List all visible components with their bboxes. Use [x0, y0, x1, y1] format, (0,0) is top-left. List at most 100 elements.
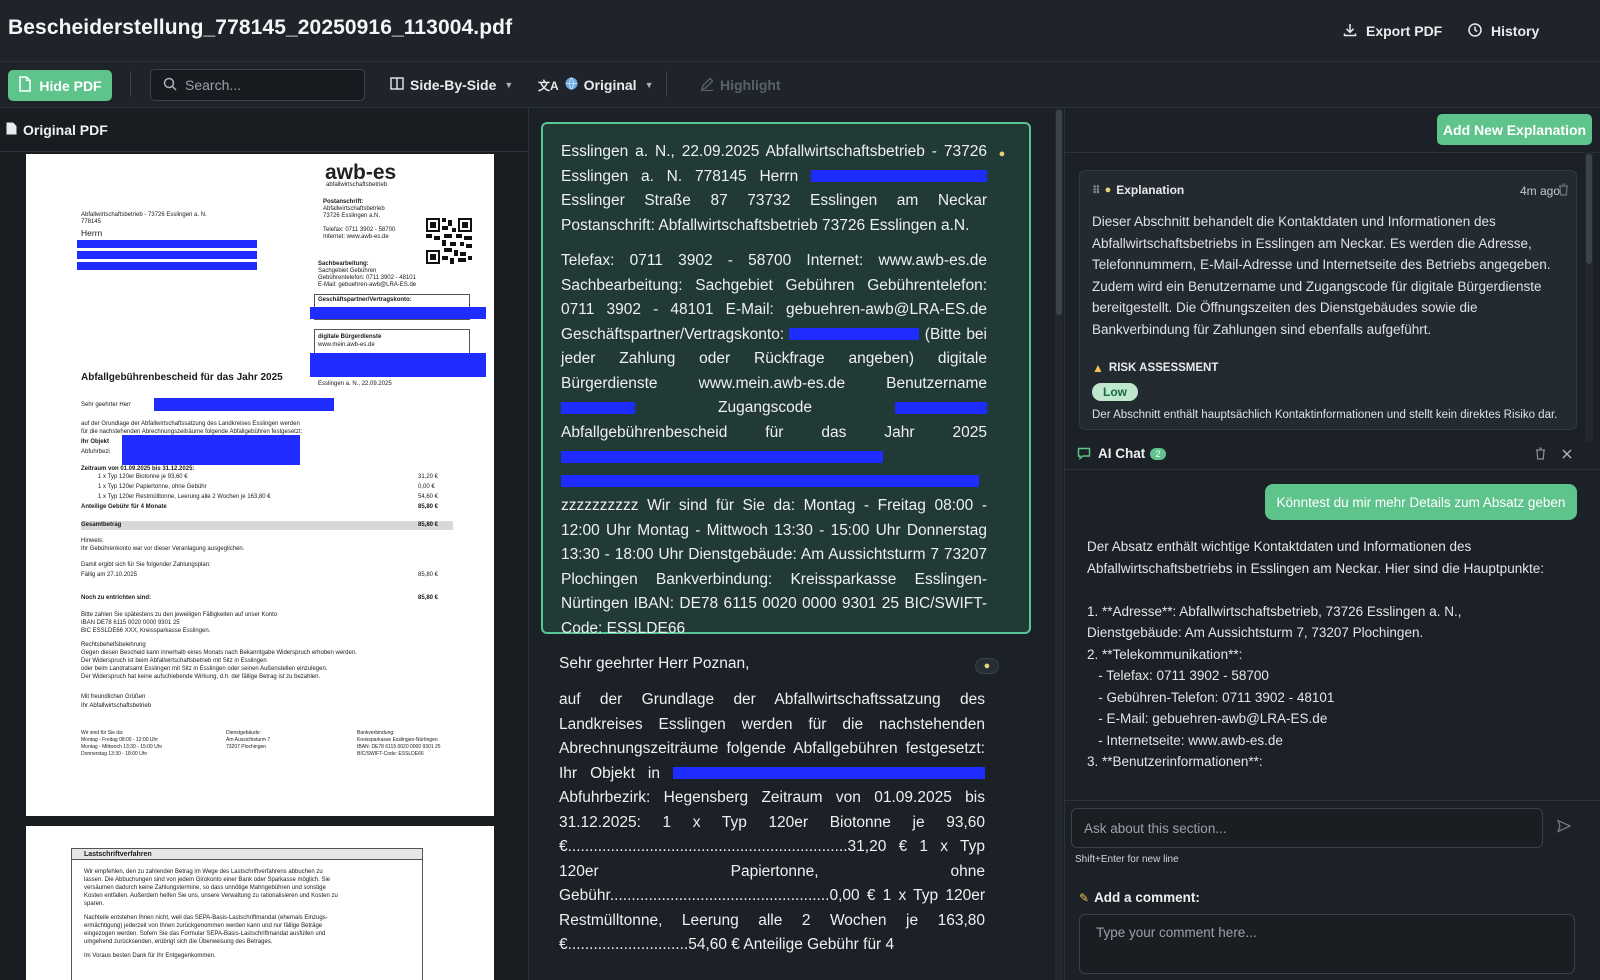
- closing-line: Mit freundlichen Grüßen: [81, 694, 146, 700]
- trash-icon[interactable]: [1535, 447, 1546, 465]
- chat-hint: Shift+Enter for new line: [1075, 854, 1179, 865]
- internet-line: Internet: www.awb-es.de: [323, 234, 389, 240]
- account-label: Geschäftspartner/Vertragskonto:: [318, 297, 412, 303]
- lightbulb-icon[interactable]: ●: [975, 658, 999, 674]
- paragraph-card[interactable]: Sehr geehrter Herr Poznan, ● auf der Gru…: [541, 638, 1031, 980]
- view-mode-dropdown[interactable]: Side-By-Side ▼: [390, 75, 513, 95]
- explanation-text: Dieser Abschnitt behandelt die Kontaktda…: [1092, 214, 1551, 337]
- comment-box[interactable]: [1079, 914, 1575, 974]
- redaction-bar: [561, 401, 635, 414]
- greeting-text: Sehr geehrter Herr Poznan,: [559, 655, 750, 672]
- scrollbar-thumb[interactable]: [1056, 110, 1062, 315]
- document-title: Bescheiderstellung_778145_20250916_11300…: [8, 16, 513, 39]
- footer-hours-line: Wir sind für Sie da:: [81, 730, 124, 736]
- search-box[interactable]: [150, 69, 365, 101]
- export-pdf-label: Export PDF: [1366, 23, 1443, 39]
- close-icon[interactable]: [1561, 447, 1573, 465]
- text-segment: Abfallgebührenbescheid für das Jahr 2025: [561, 423, 987, 441]
- pencil-icon: ✎: [1079, 890, 1090, 905]
- columns-icon: [390, 77, 404, 93]
- redaction-bar: [310, 353, 486, 377]
- letter-greeting: Sehr geehrter Herr: [81, 402, 132, 408]
- highlight-button[interactable]: Highlight: [700, 75, 781, 95]
- explanation-card: ⠿ ● Explanation 4m ago Dieser Abschnitt …: [1079, 170, 1577, 430]
- footer-hours-line: Donnerstag 13:30 - 18:00 Uhr: [81, 751, 148, 757]
- add-explanation-button[interactable]: Add New Explanation: [1437, 114, 1592, 145]
- direct-debit-line: ermächtigung) jederzeit von Ihnen zurück…: [84, 923, 323, 929]
- proportional-fee-label: Anteilige Gebühr für 4 Monate: [81, 504, 167, 510]
- chat-input-box[interactable]: [1071, 808, 1543, 848]
- total-label: Gesamtbetrag: [81, 522, 122, 528]
- app-header: Bescheiderstellung_778145_20250916_11300…: [0, 0, 1600, 62]
- postanschrift-line: Abfallwirtschaftsbetrieb: [323, 206, 385, 212]
- paragraph-card-selected[interactable]: Esslingen a. N., 22.09.2025 Abfallwirtsc…: [541, 122, 1031, 637]
- explanation-label: Explanation: [1116, 183, 1185, 197]
- chat-count-badge: 2: [1150, 448, 1166, 460]
- language-dropdown[interactable]: 文A Original ▼: [538, 75, 654, 95]
- text-pane: Esslingen a. N., 22.09.2025 Abfallwirtsc…: [530, 108, 1064, 980]
- language-label: Original: [583, 77, 637, 93]
- sachbearbeitung-line: Sachgebiet Gebühren: [318, 268, 377, 274]
- closing-line: Ihr Abfallwirtschaftsbetrieb: [81, 703, 152, 709]
- trash-icon[interactable]: [1558, 183, 1569, 201]
- history-button[interactable]: History: [1467, 20, 1539, 42]
- portal-label: digitale Bürgerdienste: [318, 334, 382, 340]
- send-icon[interactable]: [1556, 819, 1572, 838]
- scrollbar-thumb[interactable]: [1586, 154, 1592, 264]
- due-date-amount: 85,80 €: [418, 572, 439, 578]
- redaction-bar: [77, 240, 257, 248]
- footer-bank-line: BIC/SWIFT-Code: ESSLDE66: [357, 751, 424, 757]
- risk-assessment-text: Der Abschnitt enthält hauptsächlich Kont…: [1092, 409, 1558, 421]
- notice-label: Hinweis:: [81, 538, 104, 544]
- search-input[interactable]: [185, 77, 355, 93]
- toolbar-divider: [130, 71, 131, 97]
- footer-bank-line: Bankverbindung:: [357, 730, 395, 736]
- direct-debit-line: umgehend zurücksenden, erübrigt sich die…: [84, 939, 273, 945]
- legal-remedy-label: Rechtsbehelfsbelehrung: [81, 642, 146, 648]
- direct-debit-line: sparen.: [84, 901, 105, 907]
- drag-handle-icon[interactable]: ⠿: [1092, 184, 1101, 197]
- period-label: Zeitraum von 01.09.2025 bis 31.12.2025:: [81, 466, 195, 472]
- hide-pdf-label: Hide PDF: [39, 77, 102, 94]
- pdf-page-2[interactable]: Lastschriftverfahren Wir empfehlen, den …: [26, 826, 494, 980]
- sender-line: Abfallwirtschaftsbetrieb - 73726 Essling…: [81, 212, 207, 218]
- warning-icon: ▲: [1092, 361, 1104, 375]
- file-icon: [18, 76, 32, 95]
- redaction-bar: [310, 307, 486, 319]
- translate-icon: 文A: [538, 78, 559, 93]
- legal-remedy-line: oder beim Landratsamt Esslingen mit Sitz…: [81, 666, 328, 672]
- postanschrift-line: 73726 Esslingen a.N.: [323, 213, 381, 219]
- outstanding-label: Noch zu entrichten sind:: [81, 595, 152, 601]
- lightbulb-icon[interactable]: ●: [990, 146, 1014, 162]
- intro-line: auf der Grundlage der Abfallwirtschaftss…: [81, 421, 300, 427]
- chat-input[interactable]: [1072, 809, 1542, 847]
- footer-building-line: 73207 Plochingen: [226, 744, 267, 750]
- pdf-pane-header: Original PDF: [0, 108, 529, 152]
- footer-hours-line: Montag - Mittwoch 13:30 - 15:00 Uhr: [81, 744, 163, 750]
- risk-level-badge: Low: [1092, 383, 1138, 401]
- divider: [1065, 800, 1600, 801]
- legal-remedy-line: Gegen diesen Bescheid kann innerhalb ein…: [81, 650, 357, 656]
- highlight-label: Highlight: [720, 77, 781, 93]
- footer-bank-line: IBAN: DE78 6115 0020 0000 9301 25: [357, 744, 441, 750]
- sachbearbeitung-line: Gebührentelefon: 0711 3902 - 48101: [318, 275, 416, 281]
- total-row-background: [81, 521, 453, 530]
- chat-bubble-icon: [1077, 447, 1091, 465]
- fee-item-label: 1 x Typ 120er Restmülltonne, Leerung all…: [98, 494, 271, 500]
- lightbulb-icon: ●: [1104, 184, 1112, 196]
- direct-debit-line: versäumen dadurch keine Zahlungstermine,…: [84, 885, 326, 891]
- comment-input[interactable]: [1080, 915, 1574, 973]
- paragraph-text: Esslingen a. N., 22.09.2025 Abfallwirtsc…: [561, 140, 987, 238]
- explanation-time: 4m ago: [1520, 184, 1561, 198]
- user-message: Könntest du mir mehr Details zum Absatz …: [1265, 484, 1577, 520]
- district-label: Abfuhrbezi: [81, 449, 110, 455]
- redaction-bar: [154, 398, 334, 411]
- redaction-bar: [811, 170, 987, 183]
- history-label: History: [1491, 23, 1540, 39]
- explanation-pane: Add New Explanation ⠿ ● Explanation 4m a…: [1064, 108, 1600, 980]
- export-pdf-button[interactable]: Export PDF: [1342, 20, 1442, 42]
- hide-pdf-button[interactable]: Hide PDF: [8, 70, 112, 101]
- proportional-fee-amount: 85,80 €: [418, 504, 439, 510]
- text-segment: zzzzzzzzzz Wir sind für Sie da: Montag -…: [561, 497, 987, 637]
- pdf-page-1[interactable]: awb-es abfallwirtschaftsbetrieb Abfallwi…: [26, 154, 494, 816]
